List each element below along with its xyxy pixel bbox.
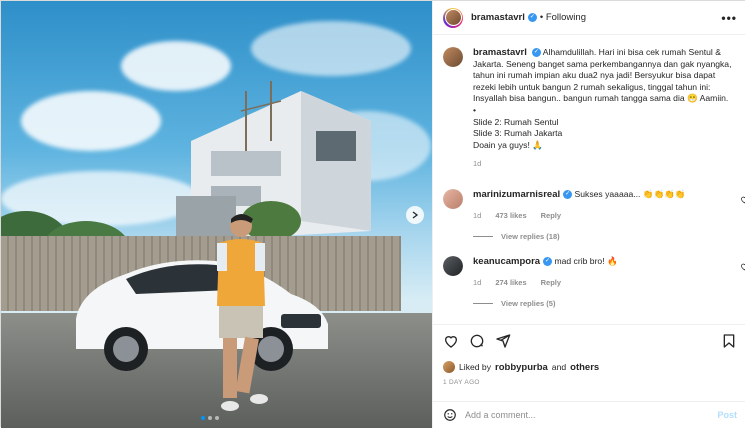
post-header: bramastavrl ✓ • Following ••• <box>433 1 745 35</box>
add-comment-bar: Post <box>433 401 745 428</box>
caption-timestamp[interactable]: 1d <box>473 158 743 170</box>
emoji-icon[interactable] <box>443 408 457 422</box>
person-standing <box>217 214 268 411</box>
photo-cloud <box>21 91 161 151</box>
view-replies-button[interactable]: View replies (18) <box>473 231 728 242</box>
comment-body: marinizumarnisreal ✓ Sukses yaaaaa... 👏👏👏… <box>473 189 728 242</box>
chevron-right-icon <box>412 211 419 219</box>
caption-line: • <box>473 104 477 115</box>
caption-line: Doain ya guys! 🙏 <box>473 139 543 150</box>
author-avatar[interactable] <box>443 7 463 28</box>
author-username[interactable]: bramastavrl <box>471 12 525 23</box>
caption-line: Slide 2: Rumah Sentul <box>473 116 559 127</box>
comment-likes[interactable]: 274 likes <box>495 277 526 288</box>
action-bar <box>443 333 737 351</box>
next-slide-button[interactable] <box>406 206 424 224</box>
verified-badge-icon: ✓ <box>543 257 553 267</box>
caption-line: Jakarta. Seneng banget sama perkembangan… <box>473 58 732 69</box>
view-replies-button[interactable]: View replies (5) <box>473 298 728 309</box>
comment-likes[interactable]: 473 likes <box>495 210 526 221</box>
post-comment-button[interactable]: Post <box>717 410 737 420</box>
caption-line: rezeki lebih untuk bangun 2 rumah sekali… <box>473 81 711 92</box>
post-caption: bramastavrl ✓ Alhamdulillah. Hari ini bis… <box>443 47 743 170</box>
divider <box>433 324 745 325</box>
comment-time[interactable]: 1d <box>473 210 481 221</box>
commenter-username[interactable]: keanucampora <box>473 256 540 267</box>
comment-meta: 1d 274 likes Reply <box>473 277 728 288</box>
liked-by-suffix: and <box>551 362 567 372</box>
carousel-dot[interactable] <box>208 416 212 420</box>
verified-badge-icon: ✓ <box>527 13 537 22</box>
verified-badge-icon: ✓ <box>563 190 573 200</box>
commenter-avatar[interactable] <box>443 256 463 276</box>
comment-icon[interactable] <box>469 333 485 349</box>
caption-line: Slide 3: Rumah Jakarta <box>473 128 563 139</box>
comment-time[interactable]: 1d <box>473 277 481 288</box>
reply-button[interactable]: Reply <box>541 210 561 221</box>
bookmark-icon[interactable] <box>721 333 737 349</box>
liked-by-user[interactable]: robbypurba <box>495 362 548 373</box>
comment-like-heart-icon[interactable] <box>740 195 745 204</box>
post-photo[interactable] <box>1 1 432 428</box>
liked-by-prefix: Liked by <box>459 362 492 372</box>
follow-status[interactable]: • Following <box>540 12 586 23</box>
liked-by-others[interactable]: others <box>570 362 599 373</box>
carousel-dot[interactable] <box>215 416 219 420</box>
carousel-dots <box>201 416 219 420</box>
replies-line <box>473 236 493 237</box>
caption-text: bramastavrl ✓ Alhamdulillah. Hari ini bis… <box>473 47 743 170</box>
more-options-icon[interactable]: ••• <box>721 11 737 25</box>
photo-cloud <box>251 21 411 76</box>
caption-username[interactable]: bramastavrl <box>473 47 527 58</box>
comment-item: keanucampora ✓ mad crib bro! 🔥 1d 274 lik… <box>443 256 745 309</box>
view-replies-label[interactable]: View replies (5) <box>501 298 555 309</box>
post-date[interactable]: 1 DAY AGO <box>443 379 480 386</box>
commenter-avatar[interactable] <box>443 189 463 209</box>
view-replies-label[interactable]: View replies (18) <box>501 231 560 242</box>
comment-text: mad crib bro! 🔥 <box>554 256 618 266</box>
liked-by: Liked by robbypurba and others <box>443 361 599 373</box>
verified-badge-icon: ✓ <box>531 48 541 58</box>
comment-body: keanucampora ✓ mad crib bro! 🔥 1d 274 lik… <box>473 256 728 309</box>
caption-line: Alhamdulillah. Hari ini bisa cek rumah S… <box>542 47 721 57</box>
post-details-panel: bramastavrl ✓ • Following ••• bramastavr… <box>432 1 745 428</box>
following-label[interactable]: Following <box>546 12 586 23</box>
liker-avatar[interactable] <box>443 361 455 373</box>
add-comment-input[interactable] <box>465 410 718 420</box>
comment-item: marinizumarnisreal ✓ Sukses yaaaaa... 👏👏👏… <box>443 189 745 242</box>
comment-meta: 1d 473 likes Reply <box>473 210 728 221</box>
instagram-post-window: bramastavrl ✓ • Following ••• bramastavr… <box>0 0 745 428</box>
replies-line <box>473 303 493 304</box>
caption-avatar[interactable] <box>443 47 463 67</box>
comment-like-heart-icon[interactable] <box>740 262 745 271</box>
caption-line: tahun ini rumah impian aku dua2 nya jadi… <box>473 70 716 81</box>
reply-button[interactable]: Reply <box>541 277 561 288</box>
carousel-dot[interactable] <box>201 416 205 420</box>
share-icon[interactable] <box>495 333 511 349</box>
heart-icon[interactable] <box>443 333 459 349</box>
commenter-username[interactable]: marinizumarnisreal <box>473 189 560 200</box>
comment-text: Sukses yaaaaa... 👏👏👏👏 <box>574 189 686 199</box>
caption-line: Insyallah bisa bangun.. bangun rumah tan… <box>473 93 729 104</box>
